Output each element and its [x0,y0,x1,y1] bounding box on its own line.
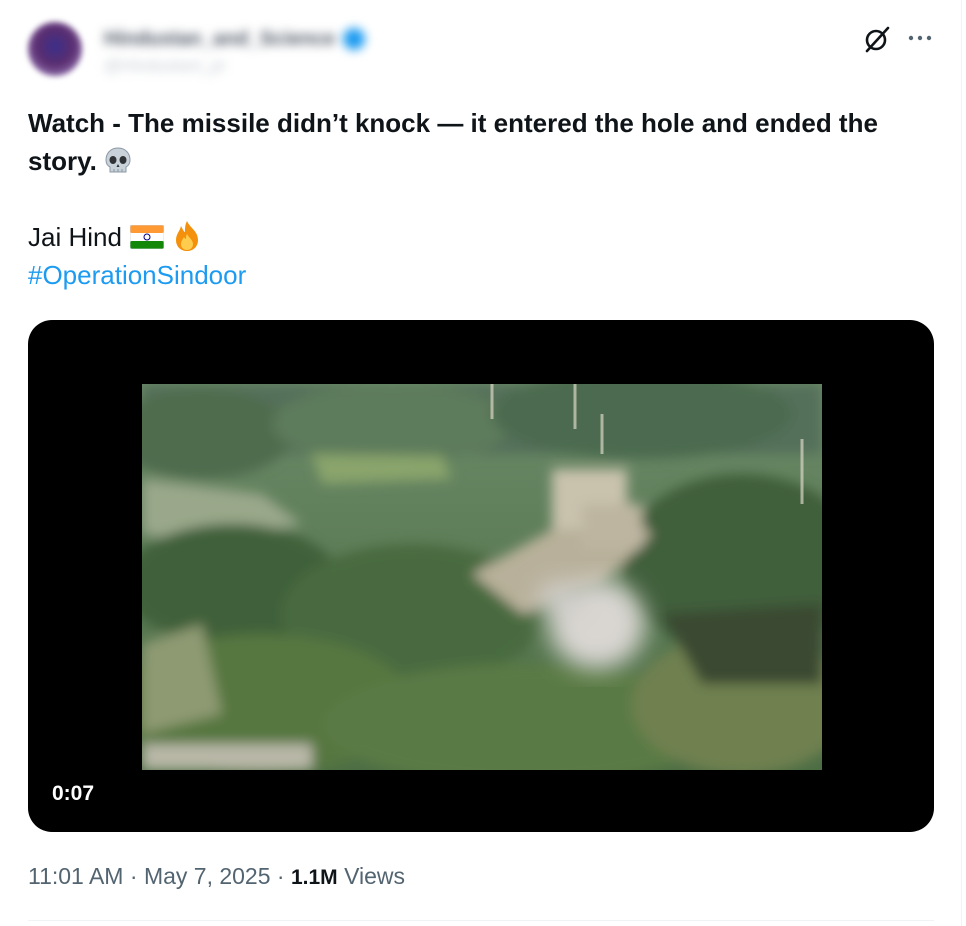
video-player[interactable]: 0:07 [28,320,934,832]
author-handle[interactable]: @Hindustani_pr [104,56,365,76]
grok-slash-icon[interactable] [862,24,892,54]
skull-emoji-icon [105,147,131,173]
meta-separator-2: · [276,863,285,889]
tweet-meta: 11:01 AM · May 7, 2025 · 1.1M Views [28,863,405,890]
views-count: 1.1M [290,866,338,889]
verified-badge-icon [343,28,366,50]
india-flag-emoji-icon [129,225,164,249]
author-display-name[interactable]: Hindustan_and_Science [104,28,335,51]
hashtag-link[interactable]: #OperationSindoor [28,256,938,294]
tweet-line-2-text: Jai Hind [28,222,122,252]
fire-emoji-icon [175,221,198,251]
tweet-text: Watch - The missile didn’t knock — it en… [28,104,938,294]
text-spacer [28,180,938,218]
tweet-header: Hindustan_and_Science @Hindustani_pr [28,16,366,90]
tweet-time[interactable]: 11:01 AM [28,863,123,889]
more-horizontal-icon[interactable] [906,24,934,52]
tweet-date[interactable]: May 7, 2025 [144,863,271,889]
meta-separator: · [129,863,138,889]
tweet-line-1: Watch - The missile didn’t knock — it en… [28,104,938,180]
avatar[interactable] [28,22,82,76]
video-duration: 0:07 [52,782,95,805]
tweet-line-1-text: Watch - The missile didn’t knock — it en… [28,108,878,176]
tweet-line-2: Jai Hind [28,218,938,256]
views-label: Views [344,863,405,889]
divider [961,0,962,926]
tweet-card: Hindustan_and_Science @Hindustani_pr Wat… [0,0,966,926]
name-row: Hindustan_and_Science [104,24,366,54]
author-names: Hindustan_and_Science @Hindustani_pr [104,24,366,76]
video-frame [142,384,822,770]
bottom-divider [28,920,934,921]
